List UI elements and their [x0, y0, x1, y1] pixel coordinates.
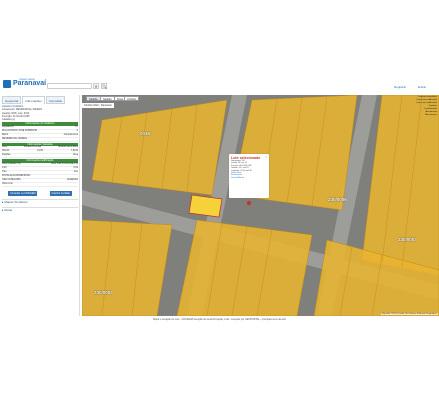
login-link[interactable]: Entrar: [418, 85, 426, 89]
register-link[interactable]: Registrar: [394, 85, 406, 89]
print-button[interactable]: Imprimir Certidão: [49, 190, 72, 196]
block-label: 230/0006: [328, 197, 347, 202]
sidebar-tabs: Geoportal Informações Consultas: [2, 96, 66, 104]
location-marker: [246, 200, 252, 206]
close-icon[interactable]: ×: [265, 155, 267, 159]
map-tab-satelite[interactable]: Satélite: [86, 96, 101, 101]
kv-row: Frações Área: [2, 154, 78, 159]
info-sidebar: Geoportal Informações Consultas Cadastro…: [0, 95, 80, 316]
lot-popup: × Lote selecionado Loteamento: 158 Quadr…: [229, 154, 269, 198]
kv-row: RESIDENCIAL VENEZA: [2, 138, 78, 142]
clear-search-button[interactable]: ✕: [93, 83, 99, 89]
search-input[interactable]: [47, 83, 92, 89]
consult-button[interactable]: Consultar no CDSIGEM: [8, 190, 38, 196]
satellite-layer[interactable]: [82, 95, 439, 316]
layer-title: Ortofoto 2023 - Paranavaí: [82, 103, 114, 108]
action-buttons: Consultar no CDSIGEM Imprimir Certidão: [2, 190, 78, 196]
selected-lot: [188, 194, 223, 218]
tab-consultas[interactable]: Consultas: [45, 96, 66, 104]
map-tab-satelite-2[interactable]: Satélite: [100, 96, 115, 101]
accordion-rotas[interactable]: ▸ Rotas: [2, 206, 78, 212]
info-panel: Cadastro Imobiliário Loteamento: RESIDEN…: [2, 105, 78, 212]
tab-informacoes[interactable]: Informações: [22, 96, 45, 104]
logo-subtitle: PREFEITURA DE: [19, 79, 35, 81]
page-footer: Mapa e Geração de Lote - CDSIGEM Geração…: [153, 318, 286, 321]
cadastro-toggle[interactable]: Cadastro [+]: [2, 118, 78, 121]
tab-geoportal[interactable]: Geoportal: [2, 96, 22, 104]
block-label: 0036: [140, 131, 151, 136]
legend-item[interactable]: Macrozonas: [397, 114, 437, 117]
map-tab-ortofoto[interactable]: Ortofoto: [124, 96, 140, 101]
city-logo-icon: [3, 80, 11, 88]
city-logo[interactable]: PREFEITURA DE Paranavaí: [3, 79, 47, 88]
logo-title: Paranavaí: [13, 80, 47, 87]
accordion-mapas-tematicos[interactable]: ▸ Mapas Temáticos: [2, 198, 78, 204]
kv-row: Obter Link: [2, 183, 78, 187]
block-label: 230/0003: [398, 237, 417, 242]
map-view[interactable]: Satélite Satélite Ruas Ortofoto Ortofoto…: [82, 95, 439, 316]
search-button[interactable]: 🔍: [101, 83, 107, 89]
map-attribution: Map data ©2023 | Leaflet | Esri, Maxar, …: [380, 313, 438, 315]
layer-legend[interactable]: Cadastro imobiliário Lotes com edificaçã…: [397, 96, 437, 117]
popup-link-buildings[interactable]: Listar Edifícios: [231, 177, 267, 179]
block-label: 230/0003: [94, 290, 113, 295]
